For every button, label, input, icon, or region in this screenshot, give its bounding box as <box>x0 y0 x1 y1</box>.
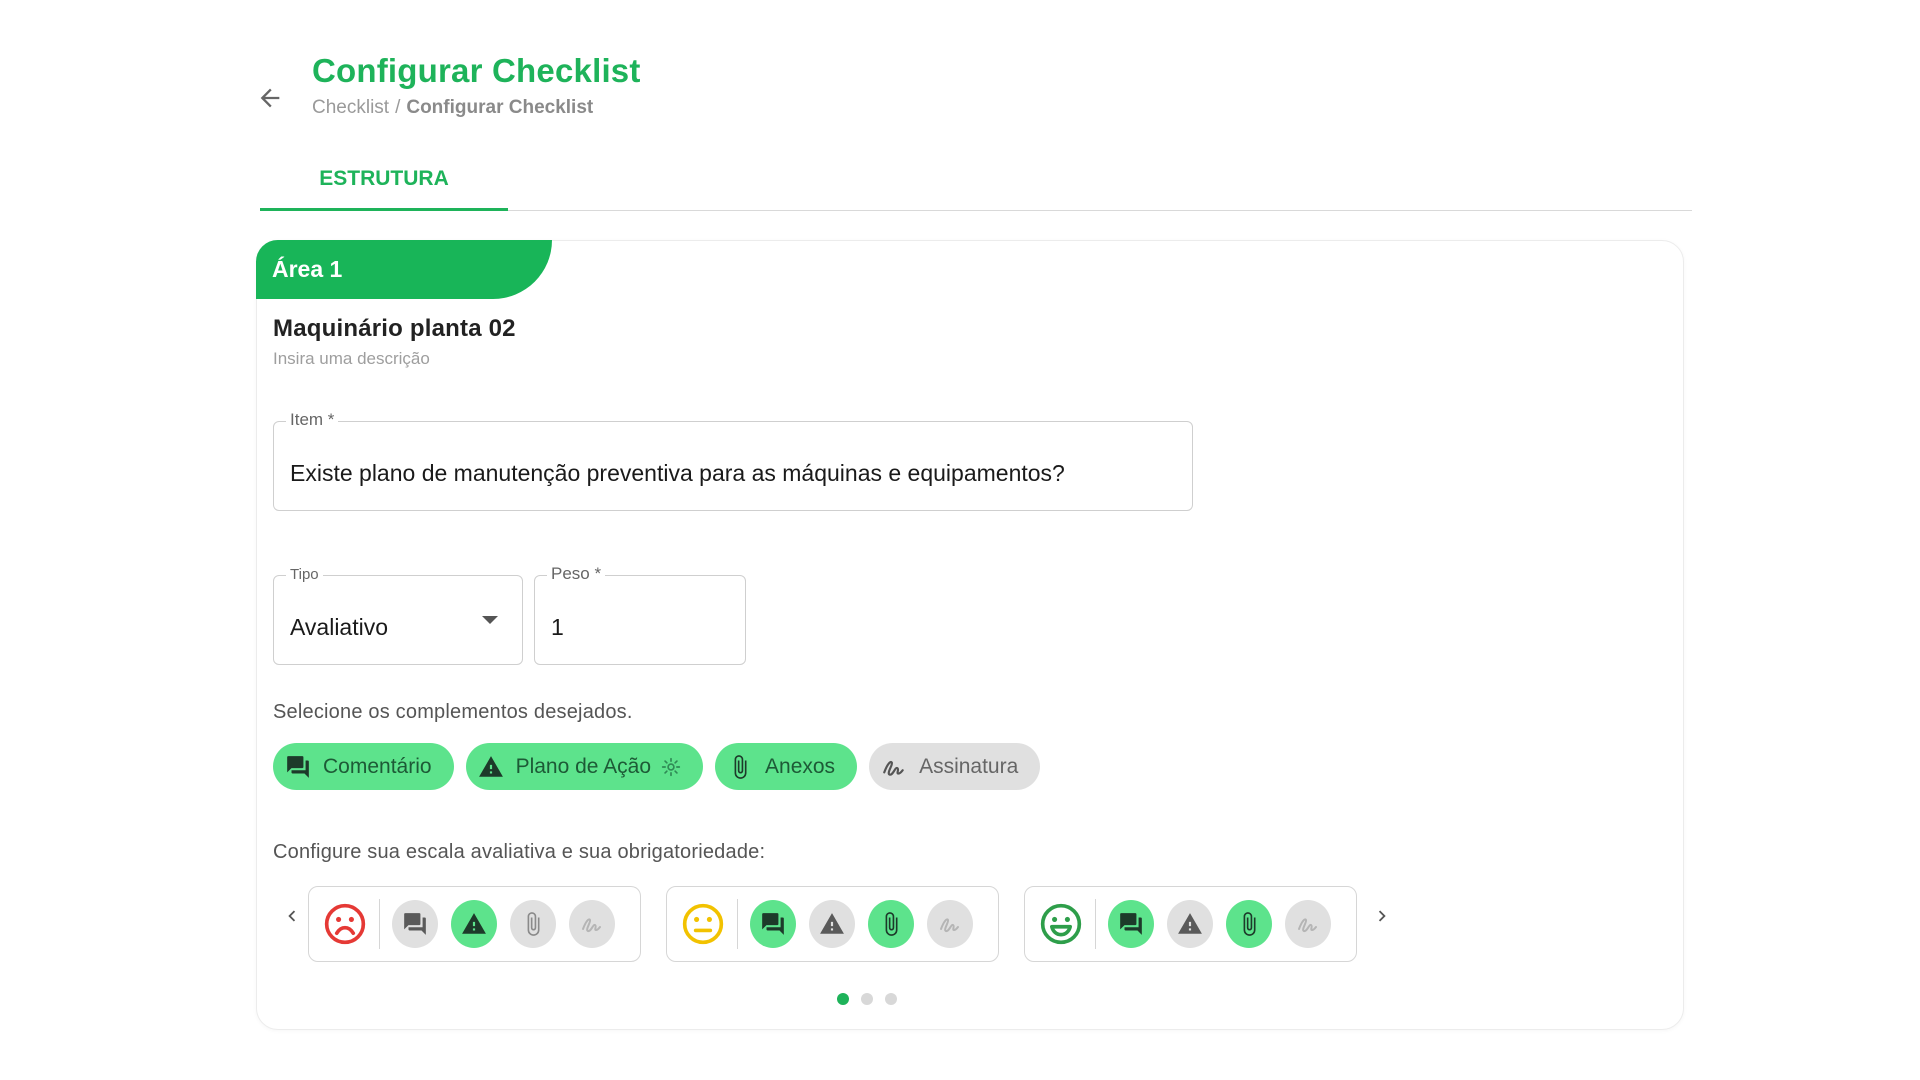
chevron-down-icon <box>482 616 498 624</box>
comment-icon <box>285 754 311 780</box>
level2-plano-toggle[interactable] <box>809 900 855 948</box>
divider <box>1095 899 1097 949</box>
scale-level-happy <box>1024 886 1357 962</box>
scale-hint: Configure sua escala avaliativa e sua ob… <box>273 841 766 863</box>
page-title: Configurar Checklist <box>312 52 641 89</box>
divider <box>379 899 381 949</box>
tipo-select[interactable]: Tipo Avaliativo <box>273 566 523 665</box>
carousel-dot-2[interactable] <box>861 993 873 1005</box>
divider <box>737 899 739 949</box>
gear-icon[interactable] <box>661 757 681 777</box>
arrow-left-icon <box>260 88 280 108</box>
carousel-prev-button[interactable] <box>277 901 307 931</box>
breadcrumb: Checklist / Configurar Checklist <box>312 97 593 119</box>
chip-anexos[interactable]: Anexos <box>715 743 858 790</box>
paperclip-icon <box>527 912 540 936</box>
item-field[interactable]: Item * Existe plano de manutenção preven… <box>273 410 1193 511</box>
peso-field-label: Peso * <box>547 564 606 584</box>
carousel-dot-1[interactable] <box>837 993 849 1005</box>
level3-assinatura-toggle[interactable] <box>1284 900 1331 948</box>
level3-comentario-toggle[interactable] <box>1108 900 1155 948</box>
area-description-input[interactable]: Insira uma descrição <box>273 349 430 369</box>
warning-icon <box>1178 913 1202 934</box>
area-card: Área 1 Maquinário planta 02 Insira uma d… <box>256 240 1684 1030</box>
level1-plano-toggle[interactable] <box>451 900 497 948</box>
sad-face-icon <box>323 901 367 947</box>
level1-anexos-toggle[interactable] <box>510 900 556 948</box>
chip-assinatura-label: Assinatura <box>919 754 1019 778</box>
peso-field[interactable]: Peso * 1 <box>534 564 746 665</box>
comment-icon <box>404 913 426 935</box>
back-button[interactable] <box>252 80 288 116</box>
paperclip-icon <box>1243 912 1256 936</box>
level3-anexos-toggle[interactable] <box>1226 900 1272 948</box>
paperclip-icon <box>885 912 898 936</box>
chip-assinatura[interactable]: Assinatura <box>869 743 1041 790</box>
chevron-left-icon <box>288 910 296 922</box>
chip-comentario[interactable]: Comentário <box>273 743 454 790</box>
happy-face-icon <box>1039 901 1083 947</box>
comment-icon <box>1120 913 1142 935</box>
breadcrumb-separator: / <box>395 97 401 118</box>
breadcrumb-current: Configurar Checklist <box>406 97 594 118</box>
item-field-label: Item * <box>286 410 339 430</box>
scale-level-neutral <box>666 886 999 962</box>
carousel-dot-3[interactable] <box>885 993 897 1005</box>
area-name[interactable]: Maquinário planta 02 <box>273 315 516 343</box>
level1-comentario-toggle[interactable] <box>392 900 439 948</box>
chip-plano-de-acao[interactable]: Plano de Ação <box>465 743 704 790</box>
carousel-next-button[interactable] <box>1367 901 1397 931</box>
warning-icon <box>478 754 504 780</box>
complements-chips: Comentário Plano de Ação Anexos Assinatu… <box>273 743 1041 790</box>
breadcrumb-root[interactable]: Checklist <box>312 97 389 118</box>
level2-anexos-toggle[interactable] <box>868 900 914 948</box>
signature-icon <box>881 754 907 780</box>
chevron-right-icon <box>1378 910 1386 922</box>
level3-plano-toggle[interactable] <box>1167 900 1213 948</box>
warning-icon <box>462 913 486 934</box>
comment-icon <box>762 913 784 935</box>
chip-comentario-label: Comentário <box>323 754 432 778</box>
signature-icon <box>939 918 959 933</box>
area-badge: Área 1 <box>256 240 552 299</box>
level2-assinatura-toggle[interactable] <box>926 900 973 948</box>
level2-comentario-toggle[interactable] <box>750 900 797 948</box>
neutral-face-icon <box>681 901 725 947</box>
tab-estrutura[interactable]: ESTRUTURA <box>260 150 508 211</box>
tab-bar: ESTRUTURA <box>260 150 1692 211</box>
complements-hint: Selecione os complementos desejados. <box>273 701 633 723</box>
signature-icon <box>1297 918 1317 933</box>
tipo-select-label: Tipo <box>286 566 323 583</box>
level1-assinatura-toggle[interactable] <box>568 900 615 948</box>
warning-icon <box>820 913 844 934</box>
page: Configurar Checklist Checklist / Configura… <box>0 0 1920 1080</box>
carousel-pagination <box>837 993 897 1005</box>
signature-icon <box>581 918 601 933</box>
tipo-select-value: Avaliativo <box>290 614 389 640</box>
item-field-value: Existe plano de manutenção preventiva pa… <box>290 460 1065 486</box>
chip-anexos-label: Anexos <box>765 754 836 778</box>
peso-field-value: 1 <box>551 614 564 640</box>
scale-level-sad <box>308 886 641 962</box>
chip-plano-de-acao-label: Plano de Ação <box>515 754 652 778</box>
paperclip-icon <box>727 754 753 780</box>
